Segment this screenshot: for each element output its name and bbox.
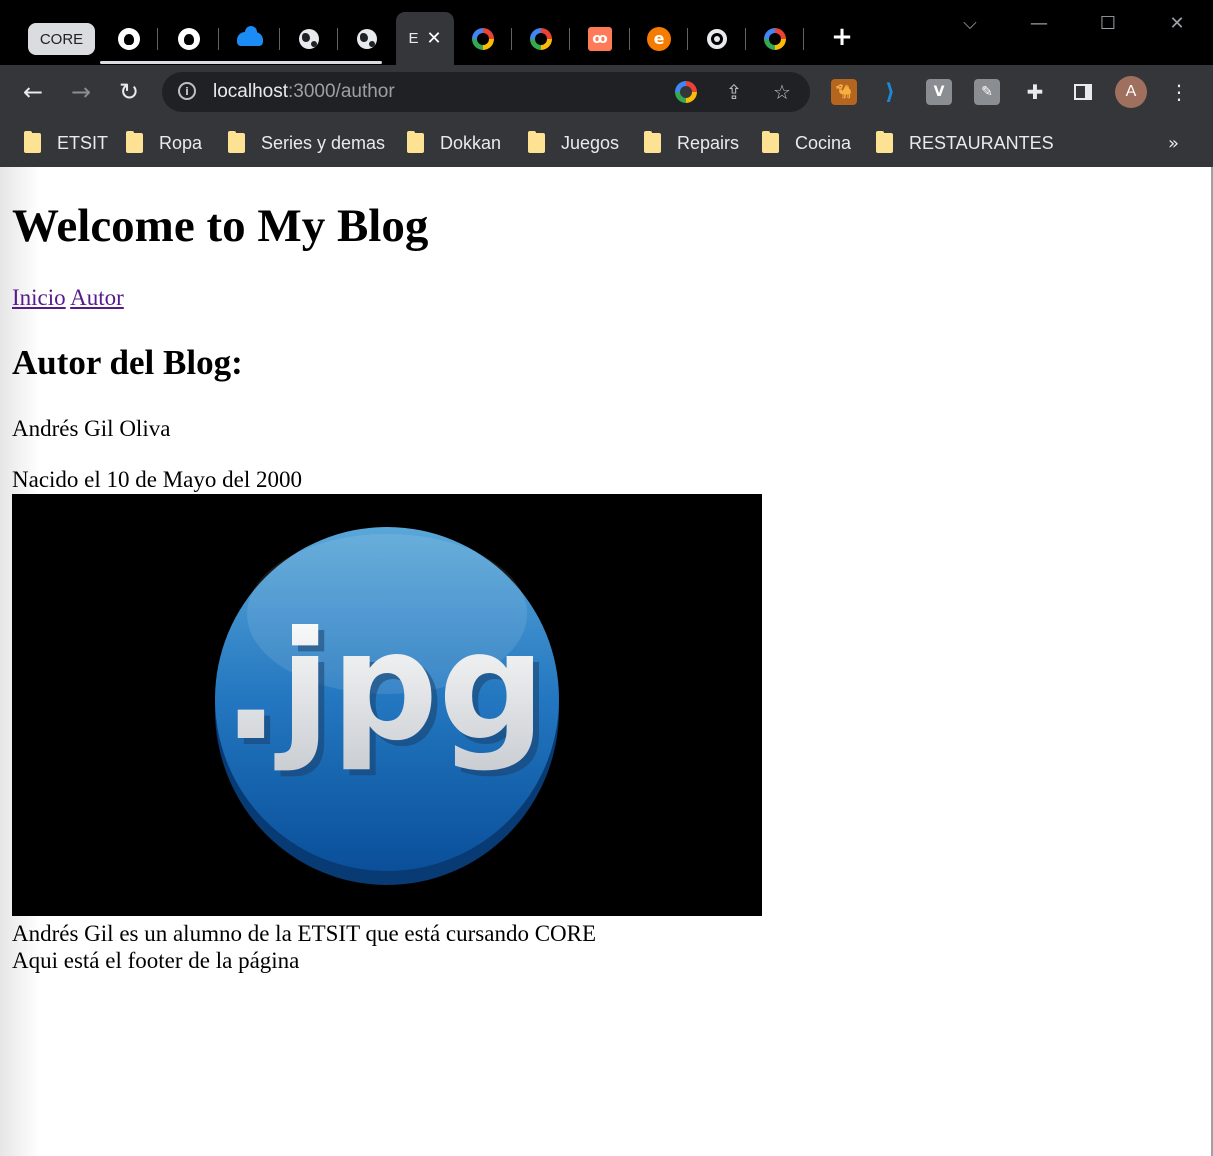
page-title: Welcome to My Blog <box>12 200 429 252</box>
avatar[interactable]: A <box>1115 76 1147 108</box>
tab-github-1[interactable] <box>100 12 158 65</box>
bookmark-series[interactable]: Series y demas <box>228 127 385 159</box>
folder-icon <box>762 131 779 153</box>
vscode-icon[interactable]: ⟩ <box>877 79 903 105</box>
tab-hubspot[interactable]: ꝏ <box>570 12 630 65</box>
folder-icon <box>528 131 545 153</box>
github-icon <box>118 27 140 50</box>
folder-icon <box>407 131 424 153</box>
bookmark-etsit[interactable]: ETSIT <box>24 127 108 159</box>
back-icon[interactable]: ← <box>19 78 47 106</box>
nav-link-autor[interactable]: Autor <box>70 285 124 310</box>
site-nav: Inicio Autor <box>12 285 124 311</box>
bookmark-dokkan[interactable]: Dokkan <box>407 127 501 159</box>
author-birth: Nacido el 10 de Mayo del 2000 <box>12 467 302 492</box>
author-name: Andrés Gil Oliva <box>12 416 171 441</box>
address-bar[interactable]: i localhost:3000/author ⇪ ☆ <box>162 72 810 112</box>
minimize-icon[interactable]: — <box>1024 8 1054 38</box>
google-icon <box>472 27 494 50</box>
globe-icon <box>299 28 319 49</box>
tab-search-icon[interactable]: ⌵ <box>955 8 985 38</box>
close-icon[interactable]: ✕ <box>426 28 441 49</box>
tab-globe-2[interactable] <box>338 12 396 65</box>
bookmark-repairs[interactable]: Repairs <box>644 127 739 159</box>
folder-icon <box>126 131 143 153</box>
google-icon <box>530 27 552 50</box>
google-lens-icon[interactable] <box>674 80 698 104</box>
tab-google-2[interactable] <box>512 12 570 65</box>
bookmark-restaurantes[interactable]: RESTAURANTES <box>876 127 1054 159</box>
maximize-icon[interactable]: ☐ <box>1093 8 1123 38</box>
bookmark-ropa[interactable]: Ropa <box>126 127 202 159</box>
ext-v-icon[interactable]: V <box>926 79 952 105</box>
author-image: .jpg .jpg <box>12 494 762 916</box>
extensions-puzzle-icon[interactable]: ✚ <box>1022 79 1048 105</box>
folder-icon <box>24 131 41 153</box>
tab-globe-1[interactable] <box>280 12 338 65</box>
tab-strip: E ✕ ꝏ e <box>0 12 804 65</box>
bookmark-juegos[interactable]: Juegos <box>528 127 619 159</box>
url-text[interactable]: localhost:3000/author <box>213 81 395 103</box>
new-tab-button[interactable]: + <box>829 22 855 52</box>
onedrive-icon <box>236 25 263 46</box>
active-tab-title: E <box>408 30 419 47</box>
google-icon <box>764 27 786 50</box>
nav-link-inicio[interactable]: Inicio <box>12 285 66 310</box>
ext-camel-icon[interactable]: 🐪 <box>831 79 857 105</box>
title-bar: CORE E ✕ ꝏ e + ⌵ — ☐ ✕ <box>0 0 1213 65</box>
forward-icon[interactable]: → <box>67 78 95 106</box>
folder-icon <box>644 131 661 153</box>
hubspot-icon: ꝏ <box>588 26 612 51</box>
chrome-icon <box>707 28 727 49</box>
share-icon[interactable]: ⇪ <box>722 80 746 104</box>
page-content: Welcome to My Blog Inicio Autor Autor de… <box>0 167 1213 1156</box>
jpg-file-icon: .jpg .jpg <box>215 527 559 885</box>
menu-kebab-icon[interactable]: ⋮ <box>1165 78 1193 106</box>
bookmarks-overflow-button[interactable]: » <box>1168 133 1179 154</box>
tab-onedrive[interactable] <box>219 12 280 65</box>
ext-tool-icon[interactable]: ✎ <box>974 79 1000 105</box>
tab-active[interactable]: E ✕ <box>396 12 454 65</box>
reload-icon[interactable]: ↻ <box>115 78 143 106</box>
folder-icon <box>876 131 893 153</box>
image-caption-text: .jpg <box>222 600 545 774</box>
info-icon[interactable]: i <box>178 82 196 100</box>
tab-google-1[interactable] <box>454 12 512 65</box>
bookmark-cocina[interactable]: Cocina <box>762 127 851 159</box>
bookmarks-bar: ETSIT Ropa Series y demas Dokkan Juegos … <box>0 119 1213 167</box>
globe-icon <box>357 28 377 49</box>
github-icon <box>177 27 200 50</box>
browser-chrome: CORE E ✕ ꝏ e + ⌵ — ☐ ✕ ← → ↻ i localhost… <box>0 0 1213 167</box>
folder-icon <box>228 131 245 153</box>
tab-github-2[interactable] <box>158 12 219 65</box>
bookmark-star-icon[interactable]: ☆ <box>770 80 794 104</box>
tab-e[interactable]: e <box>630 12 688 65</box>
page-footer: Aqui está el footer de la página <box>12 948 300 973</box>
author-description: Andrés Gil es un alumno de la ETSIT que … <box>12 921 597 946</box>
e-icon: e <box>647 26 671 51</box>
tab-chrome[interactable] <box>688 12 746 65</box>
side-panel-icon[interactable] <box>1070 79 1096 105</box>
tab-google-3[interactable] <box>746 12 804 65</box>
browser-toolbar: ← → ↻ i localhost:3000/author ⇪ ☆ 🐪 ⟩ V … <box>0 65 1213 119</box>
window-close-icon[interactable]: ✕ <box>1162 8 1192 38</box>
author-heading: Autor del Blog: <box>12 343 243 382</box>
